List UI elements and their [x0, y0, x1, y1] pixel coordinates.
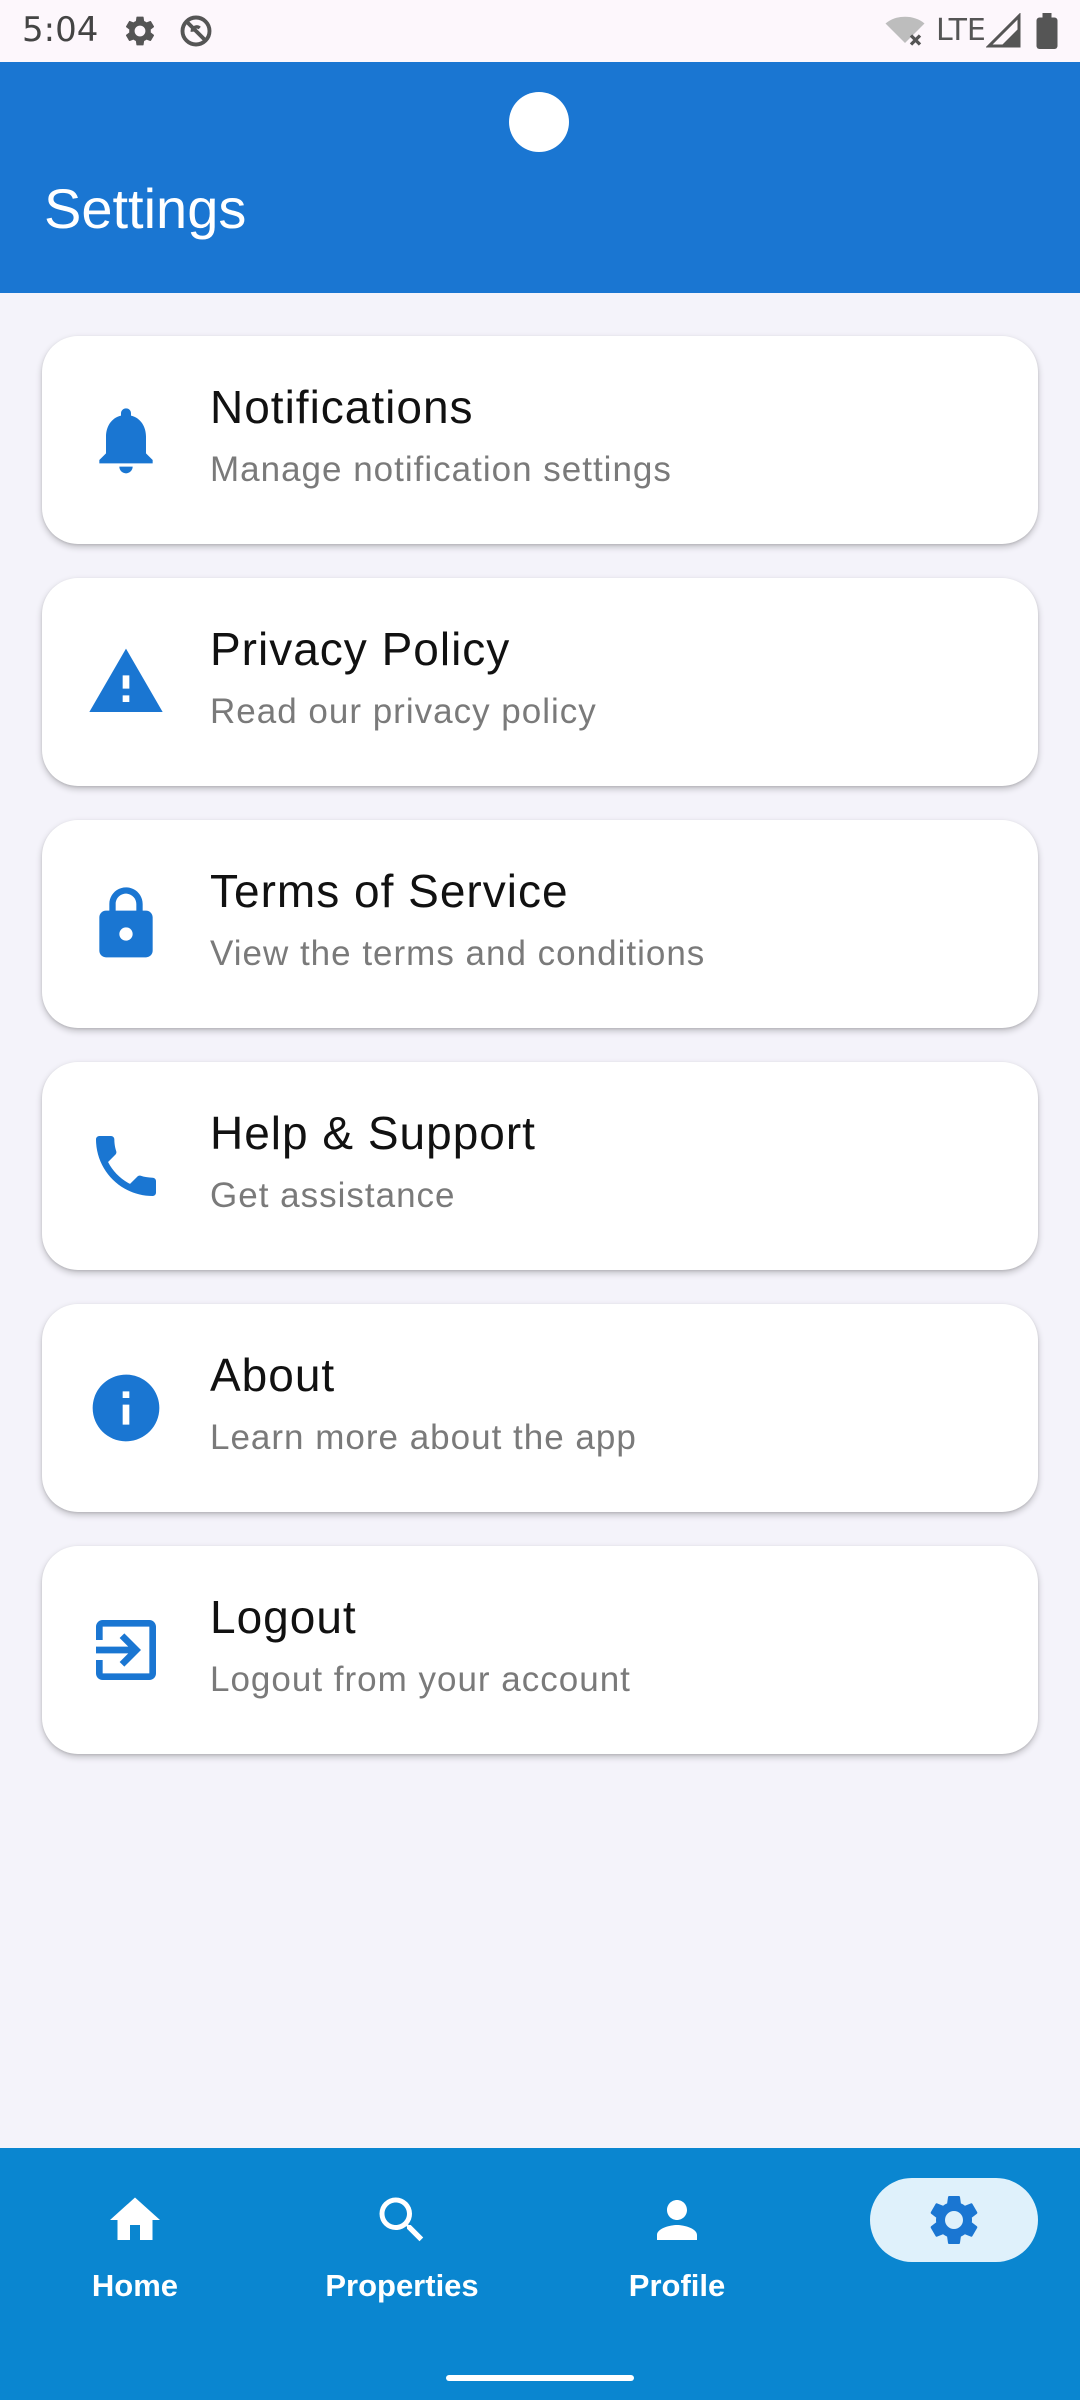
settings-item-subtitle: Learn more about the app — [210, 1418, 637, 1457]
status-bar: 5:04 LTE — [0, 0, 1080, 62]
status-time: 5:04 — [22, 10, 99, 50]
settings-list: Notifications Manage notification settin… — [42, 336, 1038, 1788]
page-title: Settings — [44, 177, 247, 240]
search-icon — [372, 2190, 432, 2250]
info-icon — [86, 1368, 166, 1448]
nav-item-home[interactable]: Home — [0, 2148, 270, 2348]
person-icon — [647, 2190, 707, 2250]
bell-icon — [86, 400, 166, 480]
settings-item-notifications[interactable]: Notifications Manage notification settin… — [42, 336, 1038, 544]
nav-item-properties[interactable]: Properties — [267, 2148, 537, 2348]
phone-icon — [86, 1126, 166, 1206]
settings-item-about[interactable]: About Learn more about the app — [42, 1304, 1038, 1512]
settings-item-title: Help & Support — [210, 1107, 536, 1159]
app-bar: Settings — [0, 62, 1080, 293]
settings-item-title: About — [210, 1349, 336, 1401]
settings-item-privacy-policy[interactable]: Privacy Policy Read our privacy policy — [42, 578, 1038, 786]
camera-cutout — [509, 92, 569, 152]
bottom-navigation: Home Properties Profile — [0, 2148, 1080, 2400]
gear-icon — [122, 13, 158, 49]
do-not-disturb-icon — [178, 13, 214, 49]
settings-item-subtitle: Logout from your account — [210, 1660, 631, 1699]
home-indicator — [446, 2375, 634, 2381]
settings-item-title: Privacy Policy — [210, 623, 511, 675]
home-icon — [105, 2190, 165, 2250]
settings-item-subtitle: View the terms and conditions — [210, 934, 706, 973]
settings-item-title: Notifications — [210, 381, 474, 433]
lock-icon — [86, 884, 166, 964]
wifi-off-icon — [884, 13, 926, 49]
settings-item-title: Terms of Service — [210, 865, 569, 917]
nav-label: Properties — [325, 2268, 479, 2303]
settings-item-terms-of-service[interactable]: Terms of Service View the terms and cond… — [42, 820, 1038, 1028]
battery-icon — [1034, 13, 1060, 49]
settings-item-subtitle: Get assistance — [210, 1176, 456, 1215]
nav-label: Profile — [628, 2268, 726, 2303]
warning-icon — [86, 642, 166, 722]
settings-item-subtitle: Manage notification settings — [210, 450, 672, 489]
nav-label: Home — [91, 2268, 179, 2303]
signal-icon — [986, 13, 1022, 49]
nav-item-profile[interactable]: Profile — [542, 2148, 812, 2348]
settings-item-title: Logout — [210, 1591, 357, 1643]
settings-item-help-support[interactable]: Help & Support Get assistance — [42, 1062, 1038, 1270]
network-type: LTE — [936, 13, 986, 48]
settings-item-subtitle: Read our privacy policy — [210, 692, 597, 731]
gear-icon — [924, 2190, 984, 2250]
logout-icon — [86, 1610, 166, 1690]
nav-item-settings[interactable] — [870, 2178, 1038, 2262]
settings-item-logout[interactable]: Logout Logout from your account — [42, 1546, 1038, 1754]
